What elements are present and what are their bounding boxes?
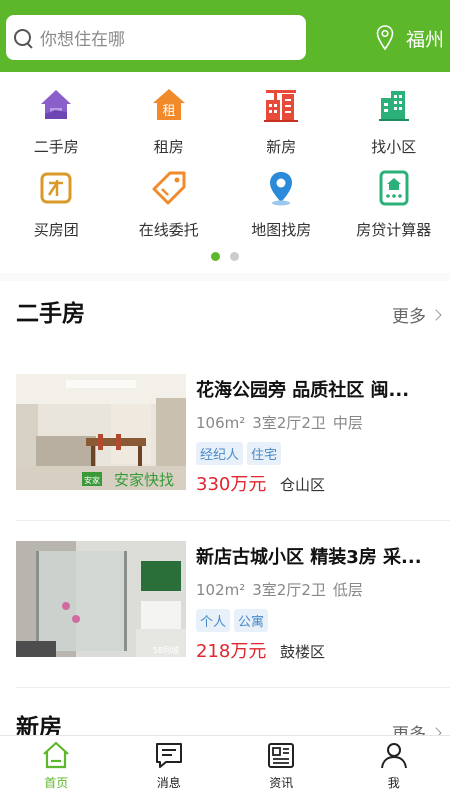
- tab-profile[interactable]: 我: [338, 736, 450, 800]
- tab-label: 资讯: [269, 776, 294, 790]
- menu-label: 租房: [153, 138, 184, 156]
- category-menu: 二手房 租 租房 新房 找小区 买房团 在线委托 地图找房 房贷计算器: [0, 82, 450, 248]
- listing-photo: 安家 安家快找: [16, 374, 186, 490]
- menu-label: 房贷计算器: [356, 221, 432, 239]
- community-icon: [373, 84, 415, 126]
- svg-text:租: 租: [162, 104, 175, 119]
- menu-label: 买房团: [33, 221, 79, 239]
- house-icon: [35, 84, 77, 126]
- watermark: 58同城: [153, 646, 179, 655]
- menu-item-secondhand[interactable]: 二手房: [0, 82, 113, 165]
- carousel-dot[interactable]: [230, 252, 239, 261]
- listing-card[interactable]: 58同城 新店古城小区 精装3房 采... 102m² 3室2厅2卫 低层 个人 公…: [16, 541, 436, 662]
- menu-item-rent[interactable]: 租 租房: [113, 82, 226, 165]
- listing-title: 花海公园旁 品质社区 闽...: [196, 380, 410, 401]
- listing-layout: 3室2厅2卫: [252, 414, 326, 432]
- city-name: 福州: [405, 28, 444, 51]
- tab-home[interactable]: 首页: [0, 736, 113, 800]
- calculator-icon: [373, 167, 415, 209]
- more-link-secondhand[interactable]: 更多: [392, 302, 442, 327]
- menu-item-newhouse[interactable]: 新房: [225, 82, 338, 165]
- listing-district: 仓山区: [280, 476, 326, 494]
- tag-badge: 住宅: [247, 442, 282, 465]
- svg-text:安家: 安家: [84, 475, 100, 485]
- listing-card[interactable]: 安家 安家快找 花海公园旁 品质社区 闽... 106m² 3室2厅2卫 中层 经纪…: [16, 374, 436, 495]
- search-icon: [12, 27, 34, 49]
- rent-icon: 租: [148, 84, 190, 126]
- tab-news[interactable]: 资讯: [225, 736, 338, 800]
- tag-badge: 公寓: [234, 609, 269, 632]
- message-icon: [155, 743, 182, 768]
- menu-item-groupbuy[interactable]: 买房团: [0, 165, 113, 248]
- listing-meta: 106m² 3室2厅2卫 中层: [196, 412, 370, 433]
- building-crane-icon: [260, 84, 302, 126]
- menu-item-map[interactable]: 地图找房: [225, 165, 338, 248]
- tab-messages[interactable]: 消息: [113, 736, 226, 800]
- listing-price: 330万元: [196, 474, 267, 495]
- listing-district: 鼓楼区: [280, 643, 326, 661]
- search-placeholder: 你想住在哪: [40, 30, 125, 50]
- home-icon: [43, 741, 69, 769]
- listing-floor: 低层: [332, 581, 363, 599]
- listing-floor: 中层: [332, 414, 363, 432]
- listing-layout: 3室2厅2卫: [252, 581, 326, 599]
- listing-tags: 个人 公寓: [196, 609, 269, 632]
- top-bar: 你想住在哪 福州: [0, 0, 450, 72]
- menu-label: 找小区: [371, 138, 417, 156]
- menu-label: 在线委托: [138, 221, 199, 239]
- menu-label: 二手房: [33, 138, 79, 156]
- tag-icon: [148, 167, 190, 209]
- bottom-tab-bar: 首页 消息 资讯 我: [0, 735, 450, 800]
- listing-area: 102m²: [196, 581, 246, 599]
- tag-badge: 经纪人: [196, 442, 244, 465]
- divider: [16, 520, 450, 521]
- tag-badge: 个人: [196, 609, 231, 632]
- city-selector[interactable]: 福州: [376, 18, 444, 58]
- section-title-secondhand: 二手房: [16, 301, 85, 327]
- tab-label: 消息: [156, 776, 181, 790]
- section-separator: [0, 273, 450, 281]
- menu-item-entrust[interactable]: 在线委托: [113, 165, 226, 248]
- map-pin-icon: [260, 167, 302, 209]
- search-input[interactable]: 你想住在哪: [6, 15, 306, 60]
- divider: [16, 687, 450, 688]
- listing-photo: 58同城: [16, 541, 186, 657]
- listing-area: 106m²: [196, 414, 246, 432]
- more-label: 更多: [392, 307, 426, 327]
- menu-label: 地图找房: [251, 221, 312, 239]
- listing-meta: 102m² 3室2厅2卫 低层: [196, 579, 370, 600]
- location-pin-icon: [376, 25, 394, 51]
- listing-title: 新店古城小区 精装3房 采...: [196, 547, 422, 568]
- news-icon: [268, 743, 295, 768]
- carousel-dot-active[interactable]: [211, 252, 220, 261]
- tab-label: 首页: [44, 776, 69, 790]
- listing-tags: 经纪人 住宅: [196, 442, 282, 465]
- menu-item-community[interactable]: 找小区: [338, 82, 450, 165]
- menu-item-calculator[interactable]: 房贷计算器: [338, 165, 450, 248]
- tab-label: 我: [387, 776, 400, 790]
- carousel-dots[interactable]: [0, 252, 450, 261]
- chevron-right-icon: [430, 308, 442, 321]
- profile-icon: [380, 743, 407, 769]
- menu-label: 新房: [266, 138, 297, 156]
- watermark: 安家快找: [114, 471, 174, 489]
- listing-price: 218万元: [196, 641, 267, 662]
- group-buy-icon: [35, 167, 77, 209]
